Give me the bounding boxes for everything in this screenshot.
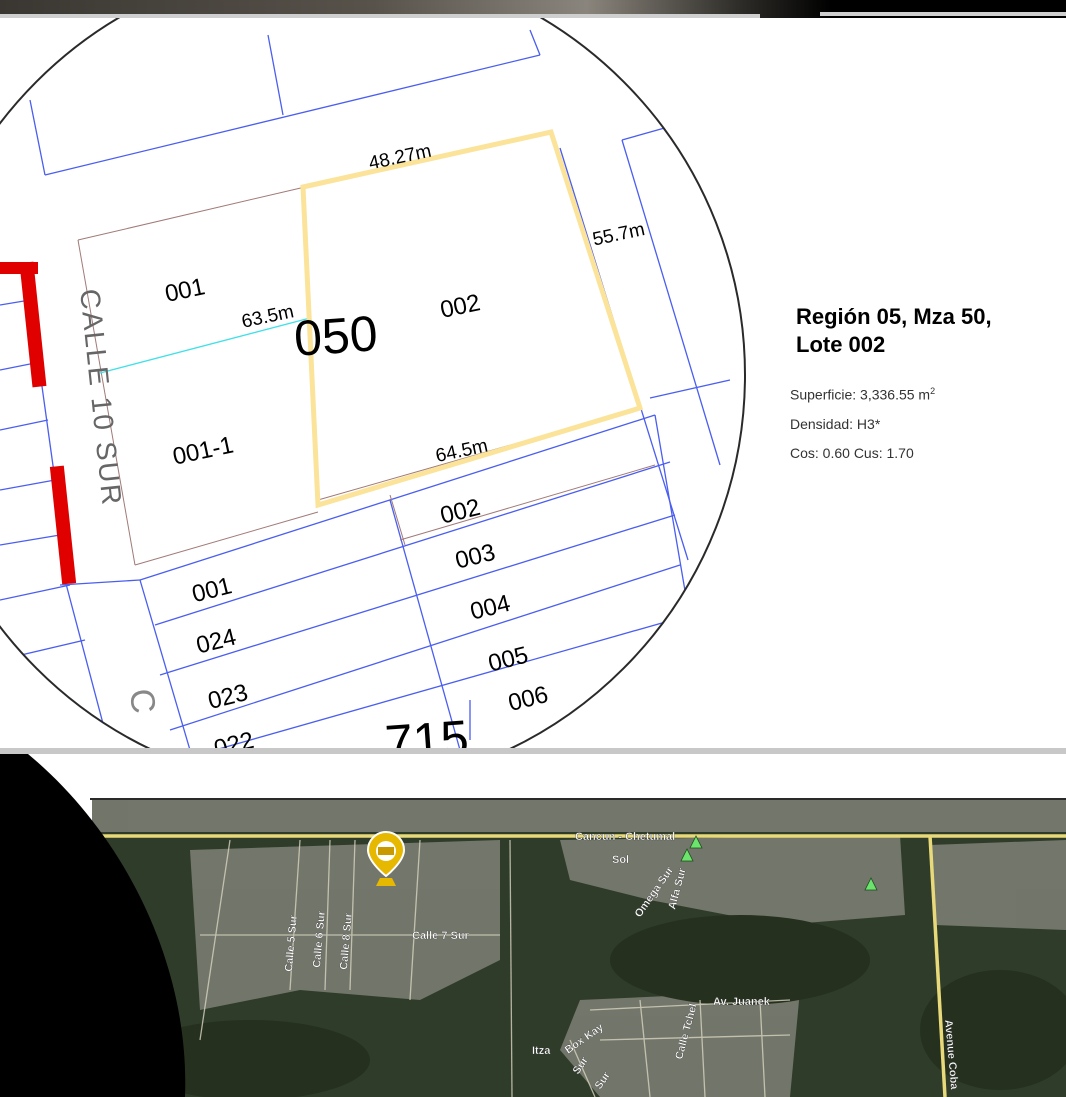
surface-unit-sup: 2 [930,386,936,396]
plan-panel: 050 001 002 001-1 48.27m 55.7m 63.5m 64.… [0,18,1066,750]
density-line: Densidad: H3* [790,415,881,432]
cos-cus-line: Cos: 0.60 Cus: 1.70 [790,444,914,461]
cadastral-plan: 050 001 002 001-1 48.27m 55.7m 63.5m 64.… [0,18,746,750]
lot-title: Región 05, Mza 50, Lote 002 [796,303,1050,359]
header-rule-right [820,12,1066,16]
road-label-itza: Itza [532,1045,551,1057]
road-label-juanek: Av. Juanek [713,996,771,1008]
lot-title-line2: Lote 002 [796,332,886,357]
lot-title-line1: Región 05, Mza 50, [796,304,992,329]
road-label-calle7: Calle 7 Sur [412,930,470,942]
decorative-curve [0,754,186,1097]
road-label-sol: Sol [612,854,629,866]
block-number: 050 [292,305,379,367]
surface-text: Superficie: 3,336.55 m [790,386,931,403]
bottom-block-partial: 715 [383,710,470,750]
street-label-bottom: C [122,687,162,715]
map-panel: Cancun - Chetumal Sol Omega Sur Alfa Sur… [0,754,1066,1097]
lot-info: Región 05, Mza 50, Lote 002 Superficie: … [790,303,1050,468]
road-label-highway: Cancun - Chetumal [575,831,675,843]
surface-line: Superficie: 3,336.55 m2 [790,377,1050,410]
map-frame-line [90,798,1066,800]
